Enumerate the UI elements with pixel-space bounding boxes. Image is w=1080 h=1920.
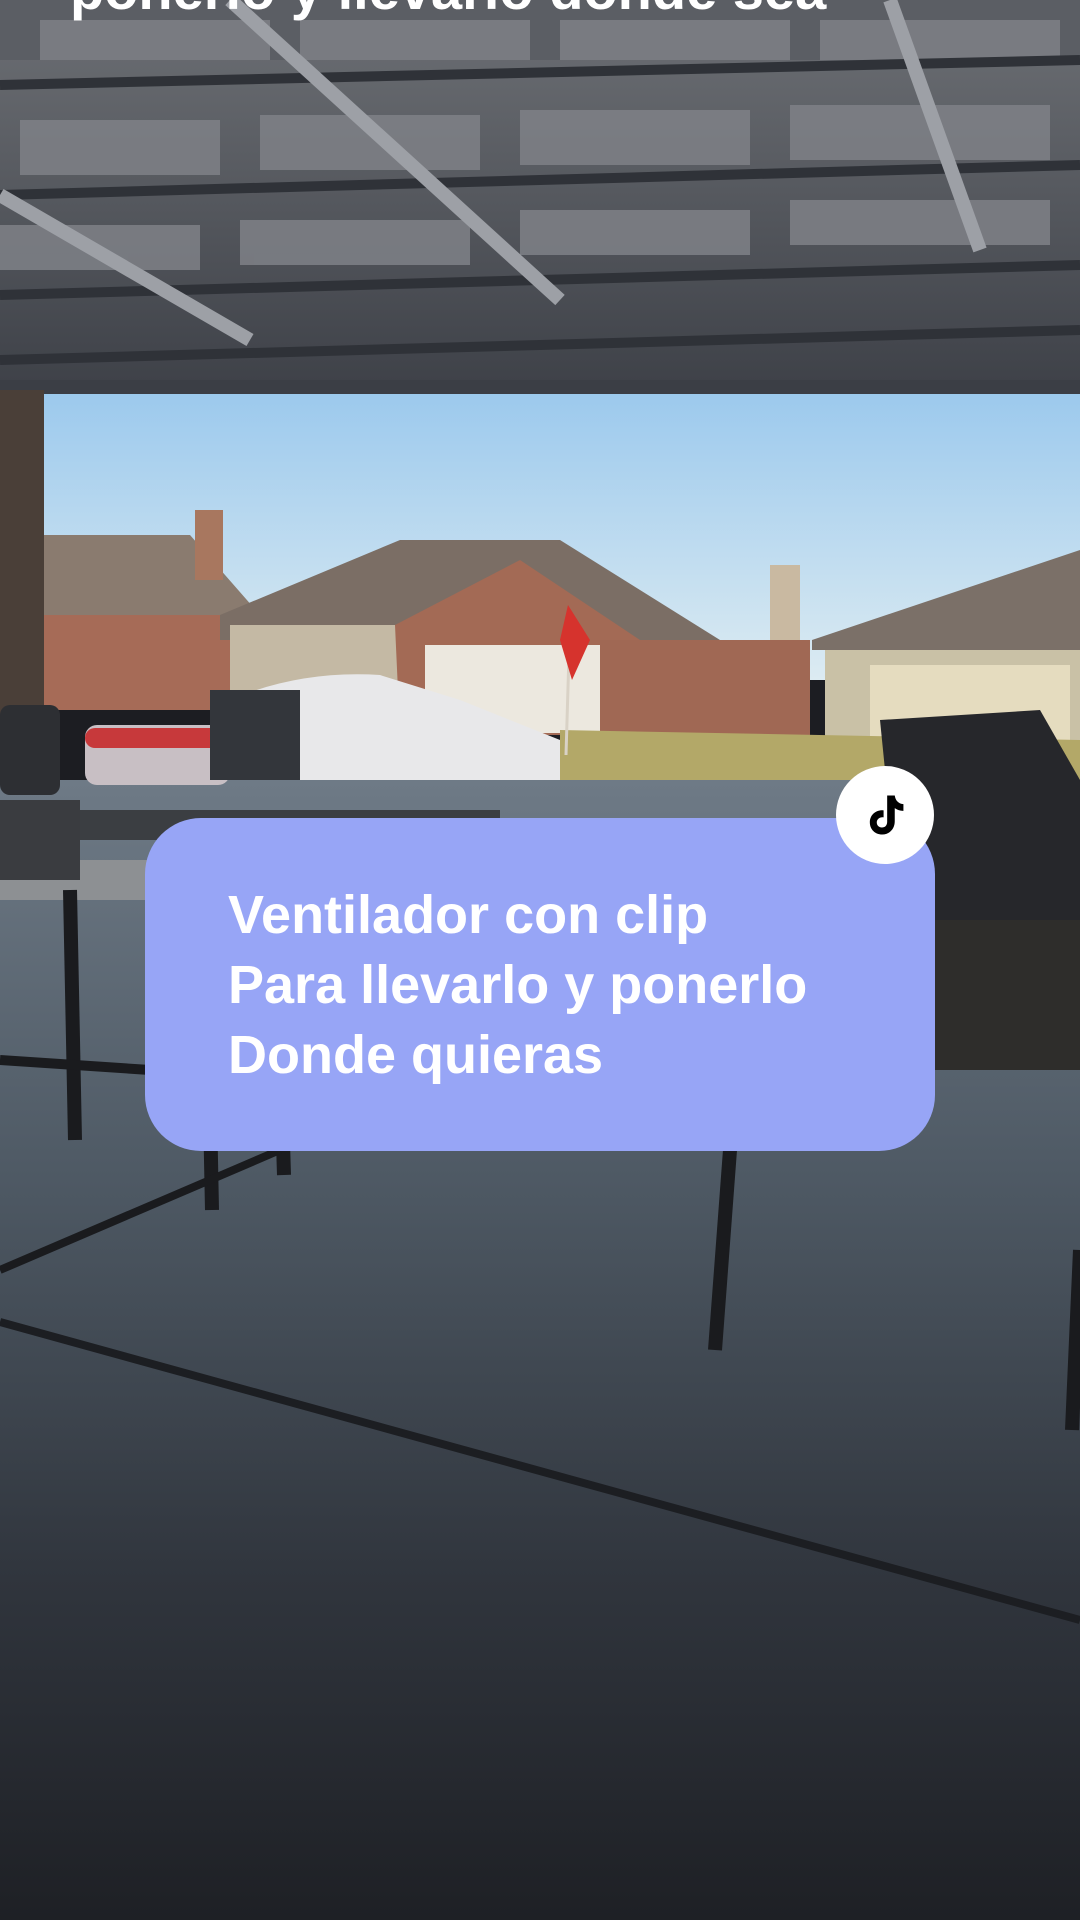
caption-line-2: Para llevarlo y ponerlo bbox=[228, 955, 808, 1015]
video-frame[interactable]: ponerlo y llevarlo donde sea Ventilador … bbox=[0, 0, 1080, 1920]
top-caption-text: ponerlo y llevarlo donde sea bbox=[70, 0, 826, 18]
tiktok-logo-badge bbox=[836, 766, 934, 864]
caption-line-1: Ventilador con clip bbox=[228, 885, 709, 945]
caption-lines: Ventilador con clip Para llevarlo y pone… bbox=[228, 880, 807, 1090]
caption-line-3: Donde quieras bbox=[228, 1025, 604, 1085]
tiktok-logo-icon bbox=[869, 795, 904, 835]
caption-card: Ventilador con clip Para llevarlo y pone… bbox=[145, 818, 935, 1151]
